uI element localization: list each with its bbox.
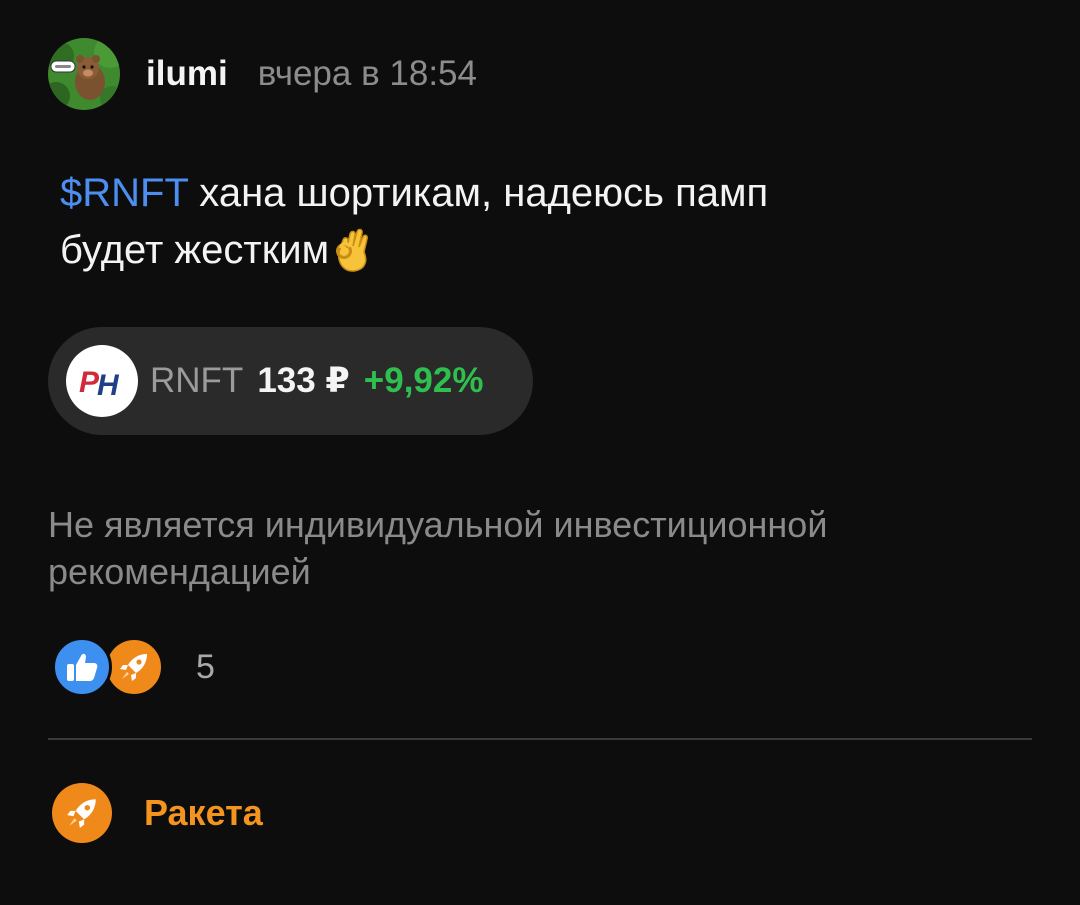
ticker-link[interactable]: $RNFT bbox=[60, 171, 188, 215]
reaction-count: 5 bbox=[196, 647, 215, 686]
post-text-line2: будет жестким bbox=[60, 228, 330, 272]
rocket-icon bbox=[52, 783, 112, 843]
post-header: ilumi вчера в 18:54 bbox=[48, 36, 477, 112]
author-avatar[interactable] bbox=[48, 38, 120, 110]
author-name[interactable]: ilumi bbox=[146, 54, 228, 94]
chip-ticker: RNFT bbox=[150, 361, 244, 400]
chip-change: +9,92% bbox=[363, 361, 484, 400]
rocket-action-label: Ракета bbox=[144, 792, 263, 833]
ticker-chip[interactable]: P H RNFT 133 ₽ +9,92% bbox=[48, 327, 533, 435]
disclaimer: Не является индивидуальной инвестиционно… bbox=[48, 504, 828, 592]
rocket-icon bbox=[104, 637, 164, 697]
post-text-line1: хана шортикам, надеюсь памп bbox=[188, 171, 769, 215]
thumbs-up-icon bbox=[52, 637, 112, 697]
bear-avatar-icon bbox=[48, 38, 120, 110]
reactions-summary[interactable]: 5 bbox=[52, 636, 215, 698]
post-timestamp: вчера в 18:54 bbox=[257, 54, 477, 93]
rn-logo-icon: P H bbox=[66, 345, 138, 417]
post-text: $RNFT хана шортикам, надеюсь памп будет … bbox=[60, 165, 1020, 288]
svg-text:H: H bbox=[97, 369, 120, 401]
divider bbox=[48, 738, 1032, 740]
rocket-reaction-button[interactable]: Ракета bbox=[52, 782, 263, 844]
ok-hand-emoji-icon bbox=[333, 226, 377, 288]
chip-price: 133 ₽ bbox=[257, 361, 350, 400]
